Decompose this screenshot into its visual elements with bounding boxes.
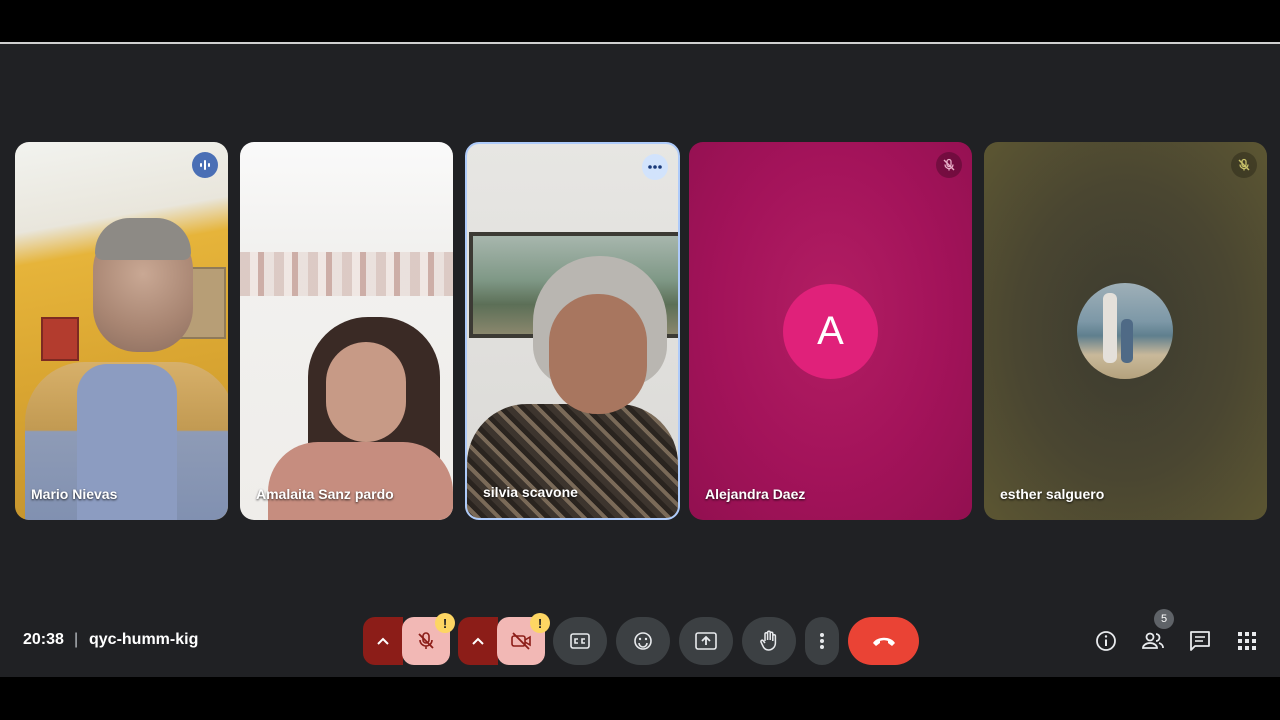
- participant-tile-silvia[interactable]: silvia scavone: [465, 142, 680, 520]
- participant-name: esther salguero: [1000, 486, 1105, 502]
- captions-button[interactable]: [553, 617, 607, 665]
- avatar-photo: [1103, 293, 1117, 363]
- mic-muted-icon: [936, 152, 962, 178]
- avatar-photo: [1121, 319, 1133, 363]
- participant-video: [95, 218, 191, 260]
- participant-tile-alejandra[interactable]: A Alejandra Daez: [689, 142, 972, 520]
- people-icon: [1142, 632, 1164, 649]
- wall-picture: [41, 317, 79, 361]
- divider: |: [74, 631, 79, 648]
- background-curtain: [240, 252, 453, 296]
- captions-icon: [570, 633, 590, 649]
- speaking-indicator-icon: [192, 152, 218, 178]
- avatar: [1077, 283, 1173, 379]
- raise-hand-button[interactable]: [742, 617, 796, 665]
- activities-icon: [1238, 632, 1256, 650]
- video-options-button[interactable]: [458, 617, 498, 665]
- camera-off-icon: [511, 632, 531, 650]
- chevron-up-icon: [377, 637, 389, 645]
- bottom-letterbox: [0, 677, 1280, 720]
- participant-name: Amalaita Sanz pardo: [256, 486, 394, 502]
- emoji-icon: [634, 632, 652, 650]
- reactions-button[interactable]: [616, 617, 670, 665]
- mic-muted-icon: [1231, 152, 1257, 178]
- audio-options-button[interactable]: [363, 617, 403, 665]
- activities-button[interactable]: [1232, 626, 1262, 656]
- meeting-code: qyc-humm-kig: [89, 631, 199, 648]
- present-screen-button[interactable]: [679, 617, 733, 665]
- participant-name: silvia scavone: [483, 484, 578, 500]
- end-call-button[interactable]: [848, 617, 919, 665]
- chat-icon: [1190, 631, 1210, 651]
- mic-off-icon: [418, 632, 434, 649]
- participant-video: [549, 294, 647, 414]
- participant-video: [268, 442, 453, 520]
- people-button[interactable]: [1138, 626, 1168, 656]
- participant-tile-esther[interactable]: esther salguero: [984, 142, 1267, 520]
- end-call-icon: [872, 637, 895, 646]
- participant-tile-amalaita[interactable]: Amalaita Sanz pardo: [240, 142, 453, 520]
- avatar: A: [783, 284, 878, 379]
- participant-tile-mario[interactable]: Mario Nievas: [15, 142, 228, 520]
- participant-video: [326, 342, 406, 442]
- meeting-details-button[interactable]: [1091, 626, 1121, 656]
- raise-hand-icon: [760, 630, 777, 651]
- meeting-time: 20:38: [23, 631, 64, 648]
- camera-warning-badge: !: [530, 613, 550, 633]
- participant-video: [467, 404, 678, 518]
- chevron-up-icon: [472, 637, 484, 645]
- more-options-icon[interactable]: [642, 154, 668, 180]
- mic-warning-badge: !: [435, 613, 455, 633]
- participants-count-badge: 5: [1154, 609, 1174, 629]
- participant-name: Alejandra Daez: [705, 486, 806, 502]
- info-icon: [1096, 631, 1116, 651]
- present-icon: [695, 632, 717, 650]
- more-vert-icon: [820, 633, 824, 649]
- participant-name: Mario Nievas: [31, 486, 118, 502]
- more-options-button[interactable]: [805, 617, 839, 665]
- chat-button[interactable]: [1185, 626, 1215, 656]
